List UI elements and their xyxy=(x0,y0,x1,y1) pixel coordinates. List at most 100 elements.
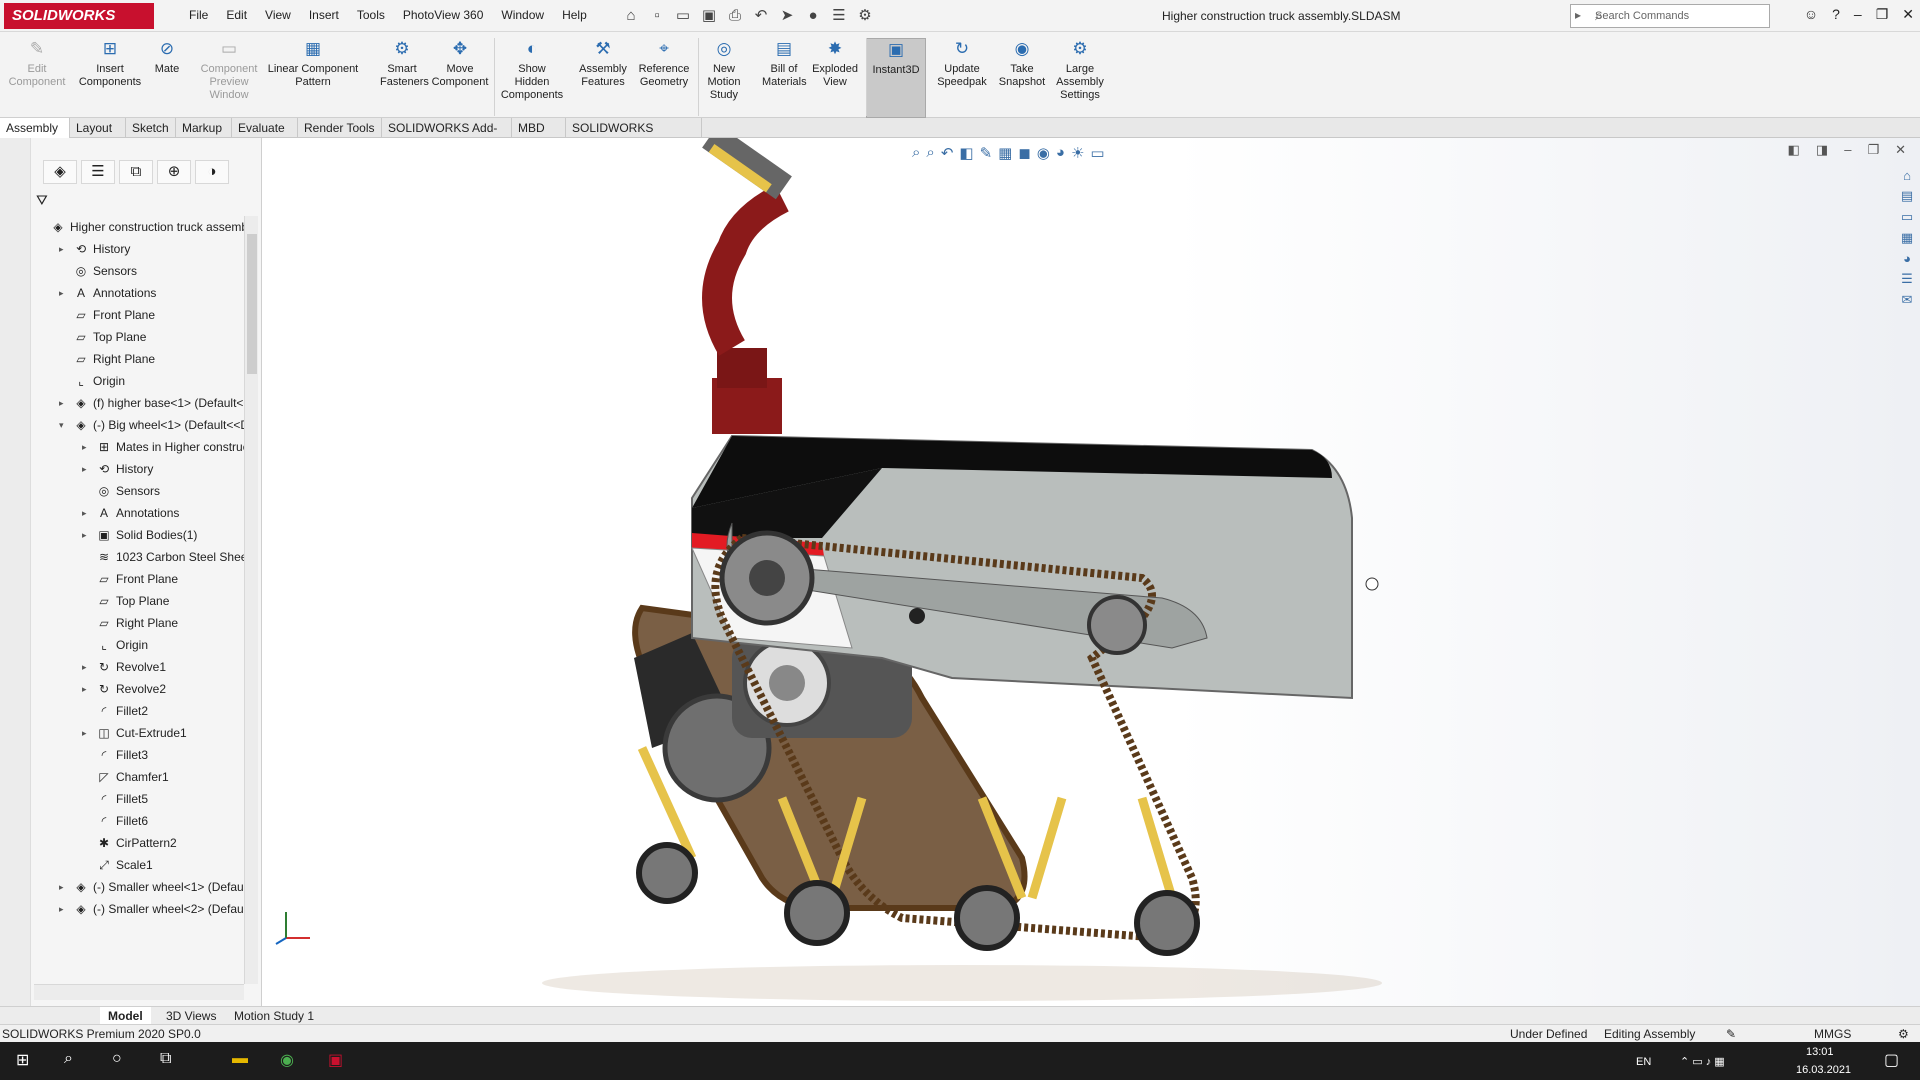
clock-time[interactable]: 13:01 xyxy=(1806,1044,1834,1060)
expand-toggle-icon[interactable]: ▸ xyxy=(82,678,94,700)
ribbon-linear-component-pattern-button[interactable]: ▦ Linear Component Pattern xyxy=(258,38,368,89)
expand-toggle-icon[interactable]: ▸ xyxy=(82,502,94,524)
open-folder-icon[interactable]: ▭ xyxy=(672,5,694,27)
tab-assembly[interactable]: Assembly xyxy=(0,118,70,138)
tree-item[interactable]: ▸ A Annotations xyxy=(34,282,244,304)
clock-date[interactable]: 16.03.2021 xyxy=(1796,1062,1851,1078)
menu-help[interactable]: Help xyxy=(553,8,596,22)
print-icon[interactable]: ⎙ xyxy=(724,5,746,27)
tree-item[interactable]: ▸ ⊞ Mates in Higher construction truck ass… xyxy=(34,436,244,458)
expand-toggle-icon[interactable]: ▸ xyxy=(82,524,94,546)
tree-item[interactable]: ◸ Chamfer1 xyxy=(34,766,244,788)
tree-vertical-scrollbar[interactable] xyxy=(244,216,258,984)
tree-item[interactable]: ▱ Top Plane xyxy=(34,326,244,348)
tree-item[interactable]: ▾ ◈ (-) Big wheel<1> (Default<<Default>_Di… xyxy=(34,414,244,436)
expand-toggle-icon[interactable]: ▸ xyxy=(59,392,71,414)
ribbon-assembly-features-button[interactable]: ⚒ Assembly Features xyxy=(576,38,630,89)
display-manager-tab-icon[interactable]: ◑ xyxy=(195,160,229,184)
task-view-icon[interactable]: ⧉ xyxy=(160,1050,171,1068)
help-icon[interactable]: ? xyxy=(1832,6,1840,23)
tree-item[interactable]: ▸ ⟲ History xyxy=(34,458,244,480)
new-document-icon[interactable]: ▫ xyxy=(646,5,668,27)
tab-markup[interactable]: Markup xyxy=(176,118,232,138)
windows-start-icon[interactable]: ⊞ xyxy=(16,1050,29,1070)
configuration-manager-tab-icon[interactable]: ⧉ xyxy=(119,160,153,184)
menu-tools[interactable]: Tools xyxy=(348,8,394,22)
ribbon-insert-components-button[interactable]: ⊞ Insert Components xyxy=(72,38,148,89)
menu-file[interactable]: File xyxy=(180,8,217,22)
bottom-tab-motion-study-1[interactable]: Motion Study 1 xyxy=(226,1007,322,1025)
search-icon[interactable]: ⌕ xyxy=(1595,7,1763,24)
expand-toggle-icon[interactable]: ▸ xyxy=(82,656,94,678)
ribbon-new-motion-study-button[interactable]: ◎ New Motion Study xyxy=(698,38,750,102)
tree-item[interactable]: ◜ Fillet2 xyxy=(34,700,244,722)
graphics-area[interactable]: ⌕ ⌕ ↶ ◧ ✎ ▦ ◼ ◉ ◕ ☀ ▭ ◧ ◨ – ❐ ✕ ⌂ ▤ ▭ ▦ … xyxy=(262,138,1920,1006)
tree-item[interactable]: ◎ Sensors xyxy=(34,480,244,502)
tab-solidworks-add-ins[interactable]: SOLIDWORKS Add-Ins xyxy=(382,118,512,155)
bottom-tab-model[interactable]: Model xyxy=(100,1007,151,1025)
expand-toggle-icon[interactable]: ▸ xyxy=(59,876,71,898)
tab-solidworks-visualize[interactable]: SOLIDWORKS Visualize xyxy=(566,118,702,155)
bottom-tab-3d-views[interactable]: 3D Views xyxy=(158,1007,224,1025)
menu-view[interactable]: View xyxy=(256,8,300,22)
tab-evaluate[interactable]: Evaluate xyxy=(232,118,298,138)
file-properties-icon[interactable]: ☰ xyxy=(828,5,850,27)
tree-item[interactable]: ⌞ Origin xyxy=(34,370,244,392)
ribbon-bill-of-materials-button[interactable]: ▤ Bill of Materials xyxy=(762,38,807,89)
tree-item[interactable]: ≋ 1023 Carbon Steel Sheet (SS) xyxy=(34,546,244,568)
tree-item[interactable]: ▸ ⟲ History xyxy=(34,238,244,260)
menu-insert[interactable]: Insert xyxy=(300,8,348,22)
minimize-icon[interactable]: – xyxy=(1854,6,1862,23)
ribbon-take-snapshot-button[interactable]: ◉ Take Snapshot xyxy=(996,38,1048,89)
user-icon[interactable]: ☺ xyxy=(1804,6,1818,23)
expand-toggle-icon[interactable]: ▸ xyxy=(82,436,94,458)
scroll-thumb[interactable] xyxy=(247,234,257,374)
undo-icon[interactable]: ↶ xyxy=(750,5,772,27)
ribbon-reference-geometry-button[interactable]: ⌖ Reference Geometry xyxy=(634,38,694,89)
expand-toggle-icon[interactable]: ▸ xyxy=(59,282,71,304)
tree-item[interactable]: ▸ ◫ Cut-Extrude1 xyxy=(34,722,244,744)
menu-photoview-360[interactable]: PhotoView 360 xyxy=(394,8,493,22)
expand-toggle-icon[interactable]: ▸ xyxy=(59,898,71,920)
rebuild-icon[interactable]: ● xyxy=(802,5,824,27)
menu-window[interactable]: Window xyxy=(492,8,553,22)
filter-icon[interactable]: ⛛ xyxy=(36,192,48,209)
home-icon[interactable]: ⌂ xyxy=(620,5,642,27)
ribbon-show-hidden-components-button[interactable]: ◐ Show Hidden Components xyxy=(496,38,568,102)
save-icon[interactable]: ▣ xyxy=(698,5,720,27)
expand-toggle-icon[interactable]: ▸ xyxy=(82,458,94,480)
restore-icon[interactable]: ❐ xyxy=(1876,6,1889,23)
cortana-icon[interactable]: ○ xyxy=(112,1050,122,1068)
system-tray-icon[interactable]: ⌃ ▭ ♪ ▦ xyxy=(1680,1054,1725,1070)
tab-layout[interactable]: Layout xyxy=(70,118,126,138)
ribbon-move-component-button[interactable]: ✥ Move Component xyxy=(428,38,492,89)
options-gear-icon[interactable]: ⚙ xyxy=(854,5,876,27)
property-manager-tab-icon[interactable]: ☰ xyxy=(81,160,115,184)
status-settings-icon[interactable]: ⚙ xyxy=(1898,1025,1909,1043)
tree-item[interactable]: ▸ A Annotations xyxy=(34,502,244,524)
dimxpert-manager-tab-icon[interactable]: ⊕ xyxy=(157,160,191,184)
menu-edit[interactable]: Edit xyxy=(217,8,256,22)
status-units[interactable]: MMGS xyxy=(1814,1025,1851,1043)
file-explorer-taskbar-icon[interactable]: ▬ xyxy=(232,1050,248,1068)
expand-toggle-icon[interactable]: ▸ xyxy=(59,238,71,260)
tree-horizontal-scrollbar[interactable] xyxy=(34,984,244,1000)
close-icon[interactable]: ✕ xyxy=(1902,6,1914,23)
tree-item[interactable]: ◜ Fillet6 xyxy=(34,810,244,832)
tree-item[interactable]: ◜ Fillet3 xyxy=(34,744,244,766)
notifications-icon[interactable]: ▢ xyxy=(1884,1050,1899,1070)
ribbon-smart-fasteners-button[interactable]: ⚙ Smart Fasteners xyxy=(380,38,429,89)
tree-item[interactable]: ⌞ Origin xyxy=(34,634,244,656)
tab-mbd[interactable]: MBD xyxy=(512,118,566,138)
truck-assembly-model[interactable] xyxy=(262,138,1920,1006)
search-commands-input[interactable]: ▸ Search Commands ⌕ xyxy=(1570,4,1770,28)
ribbon-mate-button[interactable]: ⊘ Mate xyxy=(150,38,184,76)
search-scope-icon[interactable]: ▸ xyxy=(1575,8,1581,22)
tree-item[interactable]: ▱ Top Plane xyxy=(34,590,244,612)
tree-item[interactable]: ▸ ◈ (-) Smaller wheel<2> (Default<<Default… xyxy=(34,898,244,920)
tree-item[interactable]: ▾◈ (-) Big wheel<2> (Default<<Default>_Di… xyxy=(34,920,244,926)
select-arrow-icon[interactable]: ➤ xyxy=(776,5,798,27)
tree-item[interactable]: ▱ Right Plane xyxy=(34,612,244,634)
tree-item[interactable]: ▸ ↻ Revolve2 xyxy=(34,678,244,700)
taskbar-search-icon[interactable]: ⌕ xyxy=(64,1050,73,1068)
